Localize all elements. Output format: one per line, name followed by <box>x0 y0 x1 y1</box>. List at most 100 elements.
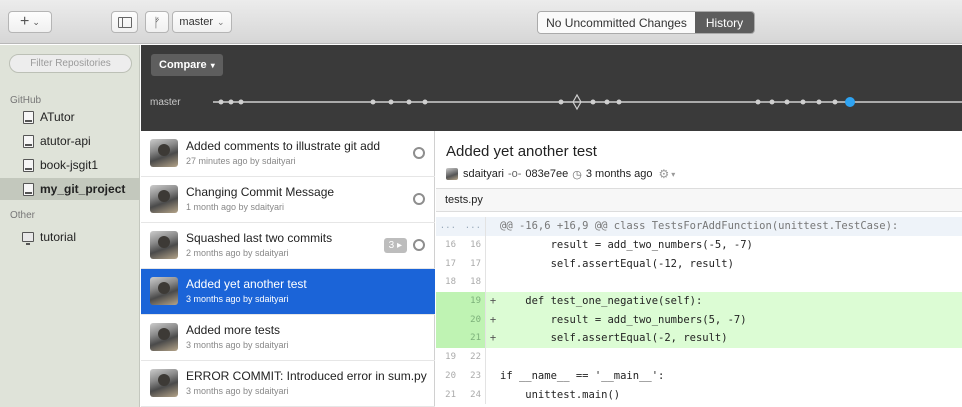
diff-line: 20 + result = add_two_numbers(5, -7) <box>436 310 962 330</box>
avatar <box>150 231 178 259</box>
old-line-number: 20 <box>445 370 456 381</box>
commit-subtitle: 1 month ago by sdaityari <box>186 202 285 212</box>
avatar <box>150 277 178 305</box>
old-line-number <box>436 291 460 311</box>
diff-code: result = add_two_numbers(5, -7) <box>500 313 747 326</box>
commit-subtitle: 3 months ago by sdaityari <box>186 340 289 350</box>
view-segmented-control: No Uncommitted Changes History <box>537 11 755 34</box>
diff-code: if __name__ == '__main__': <box>500 369 665 382</box>
diff-sign: + <box>489 313 497 326</box>
repository-icon <box>22 134 34 148</box>
new-line-number: 17 <box>460 254 486 274</box>
commit-subtitle: 2 months ago by sdaityari <box>186 248 289 258</box>
author-name: sdaityari <box>463 168 504 180</box>
section-label-other: Other <box>10 210 36 221</box>
filter-repositories-input[interactable]: Filter Repositories <box>9 54 132 73</box>
new-line-number: 19 <box>460 291 486 311</box>
diff-code: self.assertEqual(-2, result) <box>500 332 728 345</box>
avatar <box>150 139 178 167</box>
old-line-number: 16 <box>445 240 456 251</box>
toggle-sidebar-button[interactable] <box>111 11 138 33</box>
chevron-down-icon: ⌄ <box>217 16 225 27</box>
diff-line: 18 18 <box>436 273 962 292</box>
new-line-number: 23 <box>460 366 486 386</box>
squash-count-badge[interactable]: 3 ▸ <box>383 238 407 253</box>
old-line-number: 17 <box>445 258 456 269</box>
list-item[interactable]: Added more tests 3 months ago by sdaitya… <box>141 315 435 361</box>
diff-line: 21 + self.assertEqual(-2, result) <box>436 329 962 348</box>
sidebar-item-atutor-api[interactable]: atutor-api <box>0 130 140 152</box>
commit-status-icon <box>413 193 425 205</box>
repository-sidebar: Filter Repositories GitHub ATutor atutor… <box>0 45 140 407</box>
list-item[interactable]: Squashed last two commits 2 months ago b… <box>141 223 435 269</box>
commit-subtitle: 27 minutes ago by sdaityari <box>186 156 296 166</box>
file-header[interactable]: tests.py <box>436 188 962 212</box>
sidebar-item-tutorial[interactable]: tutorial <box>0 226 140 248</box>
old-line-number: 21 <box>445 389 456 400</box>
plus-icon: + <box>20 13 30 30</box>
repo-label: book-jsgit1 <box>40 158 99 172</box>
add-repository-button[interactable]: + ⌄ <box>8 11 52 33</box>
timeline-graph[interactable] <box>141 45 962 131</box>
diff-sign: + <box>489 295 497 308</box>
gear-icon[interactable]: ⚙ <box>659 167 670 181</box>
diff-code: @@ -16,6 +16,9 @@ class TestsForAddFunct… <box>500 220 899 233</box>
diff-view: ...... @@ -16,6 +16,9 @@ class TestsForAd… <box>436 217 962 404</box>
current-commit-marker <box>845 97 855 107</box>
diff-line: 20 23 if __name__ == '__main__': <box>436 366 962 386</box>
diff-sign: + <box>489 332 497 345</box>
commit-title: Changing Commit Message <box>186 185 335 199</box>
tab-history[interactable]: History <box>695 12 754 33</box>
commit-list: Added comments to illustrate git add 27 … <box>141 131 435 407</box>
sidebar-item-atutor[interactable]: ATutor <box>0 106 140 128</box>
commit-time: 3 months ago <box>585 168 653 180</box>
diff-line: 17 17 self.assertEqual(-12, result) <box>436 254 962 274</box>
list-item-selected[interactable]: Added yet another test 3 months ago by s… <box>141 269 435 315</box>
clock-icon: ◷ <box>572 168 582 181</box>
list-item[interactable]: Added comments to illustrate git add 27 … <box>141 131 435 177</box>
diff-code: result = add_two_numbers(-5, -7) <box>500 239 753 252</box>
new-line-number: 24 <box>460 385 486 404</box>
new-line-number: 18 <box>460 273 486 292</box>
chevron-down-icon: ⌄ <box>32 16 40 27</box>
commit-meta: sdaityari -o- 083e7ee ◷ 3 months ago ⚙ ▾ <box>446 167 675 181</box>
old-line-number <box>436 310 460 330</box>
repo-label: atutor-api <box>40 134 91 148</box>
avatar <box>150 185 178 213</box>
sidebar-icon <box>117 16 132 28</box>
avatar <box>446 168 458 180</box>
commit-title: Added comments to illustrate git add <box>186 139 381 153</box>
branch-selector[interactable]: master ⌄ <box>172 11 232 33</box>
list-item[interactable]: ERROR COMMIT: Introduced error in sum.py… <box>141 361 435 407</box>
commit-title: Squashed last two commits <box>186 231 333 245</box>
commit-timeline: Compare ▾ master <box>141 45 962 131</box>
diff-code: self.assertEqual(-12, result) <box>500 257 734 270</box>
commit-status-icon <box>413 239 425 251</box>
new-line-number: ... <box>460 217 486 236</box>
old-line-number: 18 <box>445 277 456 288</box>
new-line-number: 16 <box>460 235 486 255</box>
diff-line: 19 + def test_one_negative(self): <box>436 291 962 311</box>
repository-icon <box>22 158 34 172</box>
tab-uncommitted-changes[interactable]: No Uncommitted Changes <box>538 12 695 33</box>
sidebar-item-my-git-project[interactable]: my_git_project <box>0 178 140 200</box>
commit-detail-title: Added yet another test <box>446 143 597 160</box>
commit-icon: -o- <box>507 168 522 180</box>
commit-detail: Added yet another test sdaityari -o- 083… <box>436 131 962 407</box>
branch-icon: ᚠ <box>153 14 161 30</box>
repository-icon <box>22 110 34 124</box>
old-line-number <box>436 329 460 348</box>
commit-sha[interactable]: 083e7ee <box>525 168 568 180</box>
chevron-down-icon[interactable]: ▾ <box>671 170 675 179</box>
commit-subtitle: 3 months ago by sdaityari <box>186 386 289 396</box>
list-item[interactable]: Changing Commit Message 1 month ago by s… <box>141 177 435 223</box>
old-line-number: ... <box>439 221 456 232</box>
diff-line: 19 22 <box>436 347 962 367</box>
branches-button[interactable]: ᚠ <box>145 11 169 33</box>
repository-icon <box>22 182 34 196</box>
sidebar-item-book-jsgit1[interactable]: book-jsgit1 <box>0 154 140 176</box>
branch-name: master <box>179 16 214 28</box>
commit-status-icon <box>413 147 425 159</box>
section-label-github: GitHub <box>10 95 42 106</box>
avatar <box>150 323 178 351</box>
